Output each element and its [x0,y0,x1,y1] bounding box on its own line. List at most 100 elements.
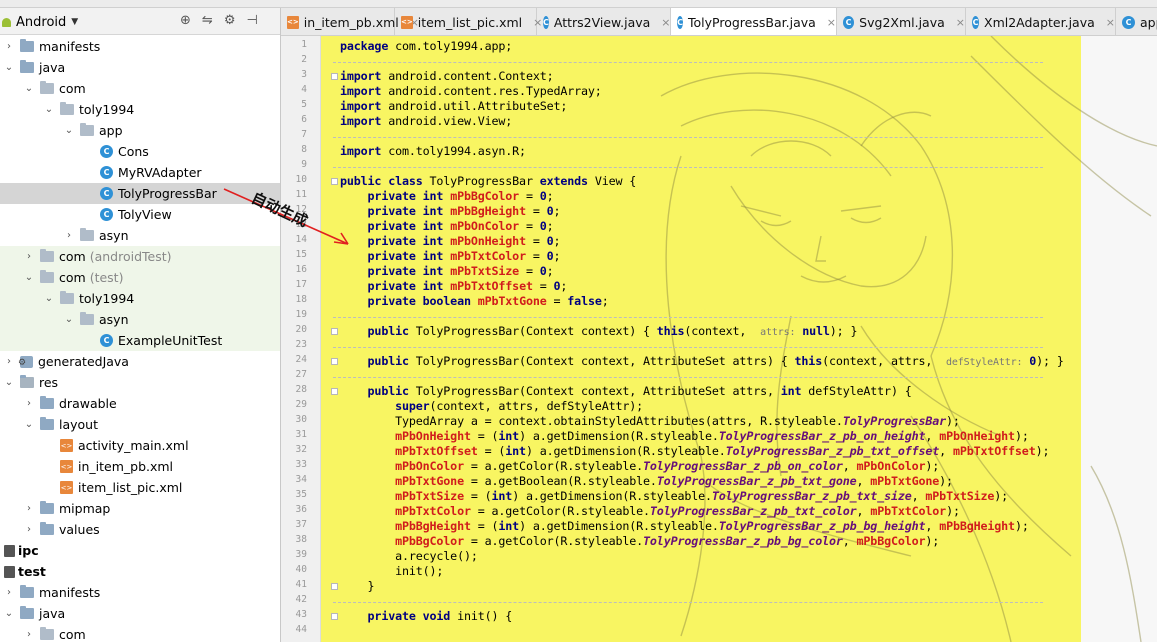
chevron-down-icon[interactable]: ⌄ [44,293,54,304]
chevron-down-icon[interactable]: ⌄ [24,83,34,94]
tree-item[interactable]: C ExampleUnitTest [0,330,280,351]
tree-item[interactable]: C TolyProgressBar [0,183,280,204]
chevron-down-icon[interactable]: ⌄ [24,419,34,430]
code-line[interactable]: private int mPbTxtColor = 0; [340,249,561,263]
code-line[interactable]: import android.view.View; [340,114,512,128]
tree-item[interactable]: › com [0,624,280,642]
fold-marker[interactable] [331,178,338,185]
tree-item[interactable]: ⌄ com [0,78,280,99]
tree-item[interactable]: C Cons [0,141,280,162]
tree-item[interactable]: <> in_item_pb.xml [0,456,280,477]
chevron-right-icon[interactable]: › [24,503,34,514]
tree-item[interactable]: ⌄ java [0,603,280,624]
tree-item[interactable]: <> activity_main.xml [0,435,280,456]
chevron-down-icon[interactable]: ⌄ [24,272,34,283]
chevron-right-icon[interactable]: › [4,41,14,52]
tree-item[interactable]: ⌄ toly1994 [0,288,280,309]
tree-item[interactable]: C TolyView [0,204,280,225]
chevron-right-icon[interactable]: › [24,251,34,262]
tree-item[interactable]: ⌄ layout [0,414,280,435]
tree-item[interactable]: ⌄ app [0,120,280,141]
code-line[interactable]: private int mPbBgHeight = 0; [340,204,561,218]
code-line[interactable]: private void init() { [340,609,513,623]
code-line[interactable]: public TolyProgressBar(Context context, … [340,384,912,398]
close-icon[interactable]: × [1106,16,1115,29]
code-line[interactable]: import android.content.Context; [340,69,554,83]
code-line[interactable]: import android.content.res.TypedArray; [340,84,602,98]
code-line[interactable]: mPbTxtColor = a.getColor(R.styleable.Tol… [340,504,960,518]
code-line[interactable]: import com.toly1994.asyn.R; [340,144,526,158]
locate-icon[interactable]: ⊕ [180,13,191,28]
collapse-icon[interactable]: ⇋ [202,13,213,28]
tree-item[interactable]: › generatedJava [0,351,280,372]
chevron-down-icon[interactable]: ⌄ [44,104,54,115]
code-line[interactable]: mPbTxtSize = (int) a.getDimension(R.styl… [340,489,1008,503]
code-line[interactable]: TypedArray a = context.obtainStyledAttri… [340,414,960,428]
tree-item[interactable]: › com (androidTest) [0,246,280,267]
code-line[interactable]: private int mPbOnHeight = 0; [340,234,561,248]
editor-tab[interactable]: <> item_list_pic.xml × [395,8,542,35]
code-line[interactable]: public TolyProgressBar(Context context, … [340,354,1064,368]
editor-tab[interactable]: <> in_item_pb.xml × [281,8,419,35]
chevron-right-icon[interactable]: › [24,629,34,640]
chevron-down-icon[interactable]: ⌄ [64,314,74,325]
project-view-selector[interactable]: Android ▼ [2,14,78,30]
tree-item[interactable]: › values [0,519,280,540]
tree-item[interactable]: ipc [0,540,280,561]
code-line[interactable]: init(); [340,564,443,578]
close-icon[interactable]: × [956,16,965,29]
code-line[interactable]: super(context, attrs, defStyleAttr); [340,399,643,413]
close-icon[interactable]: × [661,16,670,29]
fold-marker[interactable] [331,328,338,335]
tree-item[interactable]: ⌄ com (test) [0,267,280,288]
tree-item[interactable]: › asyn [0,225,280,246]
tree-item[interactable]: › mipmap [0,498,280,519]
code-line[interactable]: import android.util.AttributeSet; [340,99,567,113]
tree-item[interactable]: ⌄ asyn [0,309,280,330]
fold-marker[interactable] [331,358,338,365]
chevron-down-icon[interactable]: ⌄ [4,377,14,388]
code-line[interactable]: package com.toly1994.app; [340,39,512,53]
fold-marker[interactable] [331,583,338,590]
gear-icon[interactable]: ⚙ [224,13,236,28]
code-line[interactable]: private int mPbTxtSize = 0; [340,264,554,278]
fold-marker[interactable] [331,388,338,395]
code-line[interactable]: mPbTxtOffset = (int) a.getDimension(R.st… [340,444,1049,458]
fold-marker[interactable] [331,73,338,80]
editor-tab[interactable]: C TolyProgressBar.java × [671,8,837,35]
code-line[interactable]: public class TolyProgressBar extends Vie… [340,174,636,188]
code-line[interactable]: mPbOnHeight = (int) a.getDimension(R.sty… [340,429,1029,443]
tree-item[interactable]: › manifests [0,582,280,603]
chevron-right-icon[interactable]: › [24,524,34,535]
code-line[interactable]: private int mPbBgColor = 0; [340,189,554,203]
tree-item[interactable]: ⌄ res [0,372,280,393]
code-line[interactable]: mPbTxtGone = a.getBoolean(R.styleable.To… [340,474,953,488]
tree-item[interactable]: test [0,561,280,582]
tree-item[interactable]: <> item_list_pic.xml [0,477,280,498]
tree-item[interactable]: › drawable [0,393,280,414]
code-line[interactable]: } [340,579,375,593]
code-editor[interactable]: 1 2 3 4 5 6 7 8 9 10 11 12 13 14 15 16 17 18 19 20 23 24 27 28 2… [281,36,1157,642]
tree-item[interactable]: ⌄ java [0,57,280,78]
code-line[interactable]: mPbBgColor = a.getColor(R.styleable.Toly… [340,534,939,548]
chevron-right-icon[interactable]: › [4,356,14,367]
chevron-down-icon[interactable]: ⌄ [64,125,74,136]
chevron-right-icon[interactable]: › [4,587,14,598]
code-line[interactable]: private int mPbOnColor = 0; [340,219,554,233]
fold-marker[interactable] [331,613,338,620]
editor-tab[interactable]: C Attrs2View.java × [537,8,671,35]
code-line[interactable]: mPbBgHeight = (int) a.getDimension(R.sty… [340,519,1029,533]
chevron-right-icon[interactable]: › [64,230,74,241]
hide-icon[interactable]: ⊣ [246,13,257,28]
close-icon[interactable]: × [827,16,836,29]
code-line[interactable]: a.recycle(); [340,549,478,563]
chevron-down-icon[interactable]: ⌄ [4,62,14,73]
tree-item[interactable]: ⌄ toly1994 [0,99,280,120]
code-line[interactable]: private boolean mPbTxtGone = false; [340,294,609,308]
code-line[interactable]: mPbOnColor = a.getColor(R.styleable.Toly… [340,459,939,473]
tree-item[interactable]: › manifests [0,36,280,57]
chevron-down-icon[interactable]: ⌄ [4,608,14,619]
editor-tab[interactable]: Capp [1116,8,1157,35]
editor-tab[interactable]: C Xml2Adapter.java × [966,8,1116,35]
code-line[interactable]: public TolyProgressBar(Context context) … [340,324,858,338]
